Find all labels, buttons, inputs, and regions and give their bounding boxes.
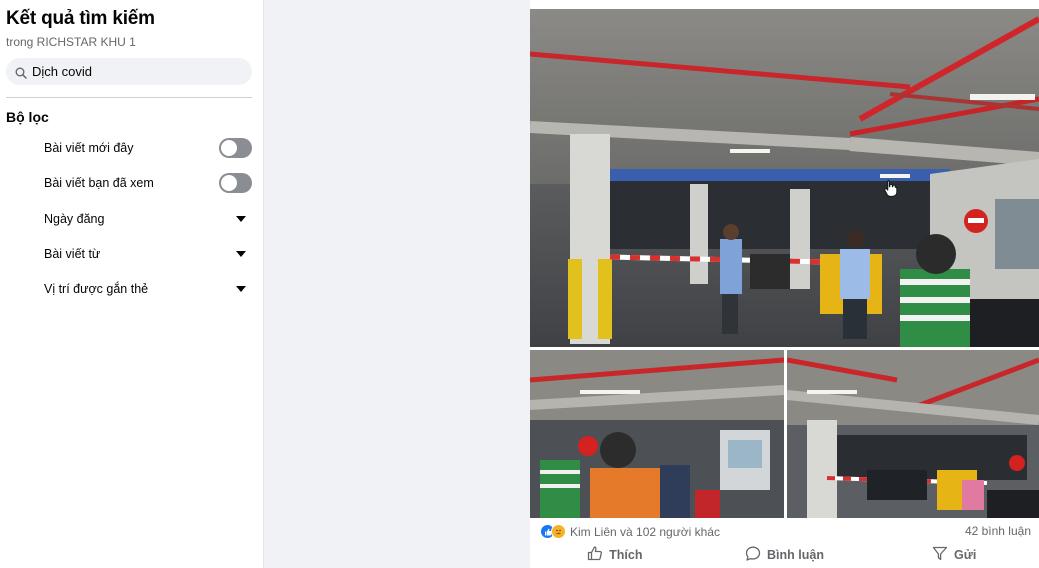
reactions-summary[interactable]: Kim Liên và 102 người khác: [540, 524, 720, 539]
caret-down-icon[interactable]: [236, 251, 246, 257]
toggle-knob: [221, 175, 237, 191]
filter-label: Vị trí được gắn thẻ: [44, 282, 149, 296]
post-actions-bar: Thích Bình luận Gửi: [530, 543, 1039, 567]
page-title: Kết quả tìm kiếm: [6, 8, 155, 29]
post-card: Kim Liên và 102 người khác 42 bình luận …: [530, 0, 1039, 568]
filter-seen-posts[interactable]: Bài viết bạn đã xem: [44, 172, 252, 194]
divider: [6, 97, 252, 98]
recent-posts-toggle[interactable]: [219, 138, 252, 158]
sad-icon: [551, 524, 566, 539]
comments-count[interactable]: 42 bình luận: [965, 524, 1031, 538]
caret-down-icon[interactable]: [236, 216, 246, 222]
filter-label: Ngày đăng: [44, 212, 105, 226]
filter-label: Bài viết bạn đã xem: [44, 176, 154, 190]
like-label: Thích: [609, 548, 643, 562]
filter-tagged-location[interactable]: Vị trí được gắn thẻ: [44, 278, 252, 300]
post-photo-main[interactable]: [530, 9, 1039, 347]
search-results-panel: Kết quả tìm kiếm trong RICHSTAR KHU 1 Dị…: [0, 0, 264, 568]
post-photo-3[interactable]: [787, 350, 1039, 518]
search-icon: [15, 66, 27, 79]
post-photo-2[interactable]: [530, 350, 784, 518]
filter-label: Bài viết mới đây: [44, 141, 134, 155]
filter-recent-posts[interactable]: Bài viết mới đây: [44, 137, 252, 159]
search-input[interactable]: Dịch covid: [6, 58, 252, 85]
filter-label: Bài viết từ: [44, 247, 101, 261]
like-button[interactable]: Thích: [530, 543, 700, 567]
comment-icon: [745, 546, 767, 564]
send-button[interactable]: Gửi: [869, 543, 1039, 567]
thumbs-up-icon: [587, 546, 609, 564]
send-label: Gửi: [954, 548, 977, 562]
group-scope-label: trong RICHSTAR KHU 1: [6, 35, 136, 49]
comment-button[interactable]: Bình luận: [700, 543, 870, 567]
seen-posts-toggle[interactable]: [219, 173, 252, 193]
send-icon: [932, 546, 954, 564]
hand-cursor-icon: [884, 179, 898, 202]
filters-heading: Bộ lọc: [6, 109, 49, 125]
search-query: Dịch covid: [32, 64, 92, 79]
toggle-knob: [221, 140, 237, 156]
reactions-text: Kim Liên và 102 người khác: [570, 524, 720, 539]
filter-posts-from[interactable]: Bài viết từ: [44, 243, 252, 265]
filter-date-posted[interactable]: Ngày đăng: [44, 208, 252, 230]
comment-label: Bình luận: [767, 548, 824, 562]
caret-down-icon[interactable]: [236, 286, 246, 292]
